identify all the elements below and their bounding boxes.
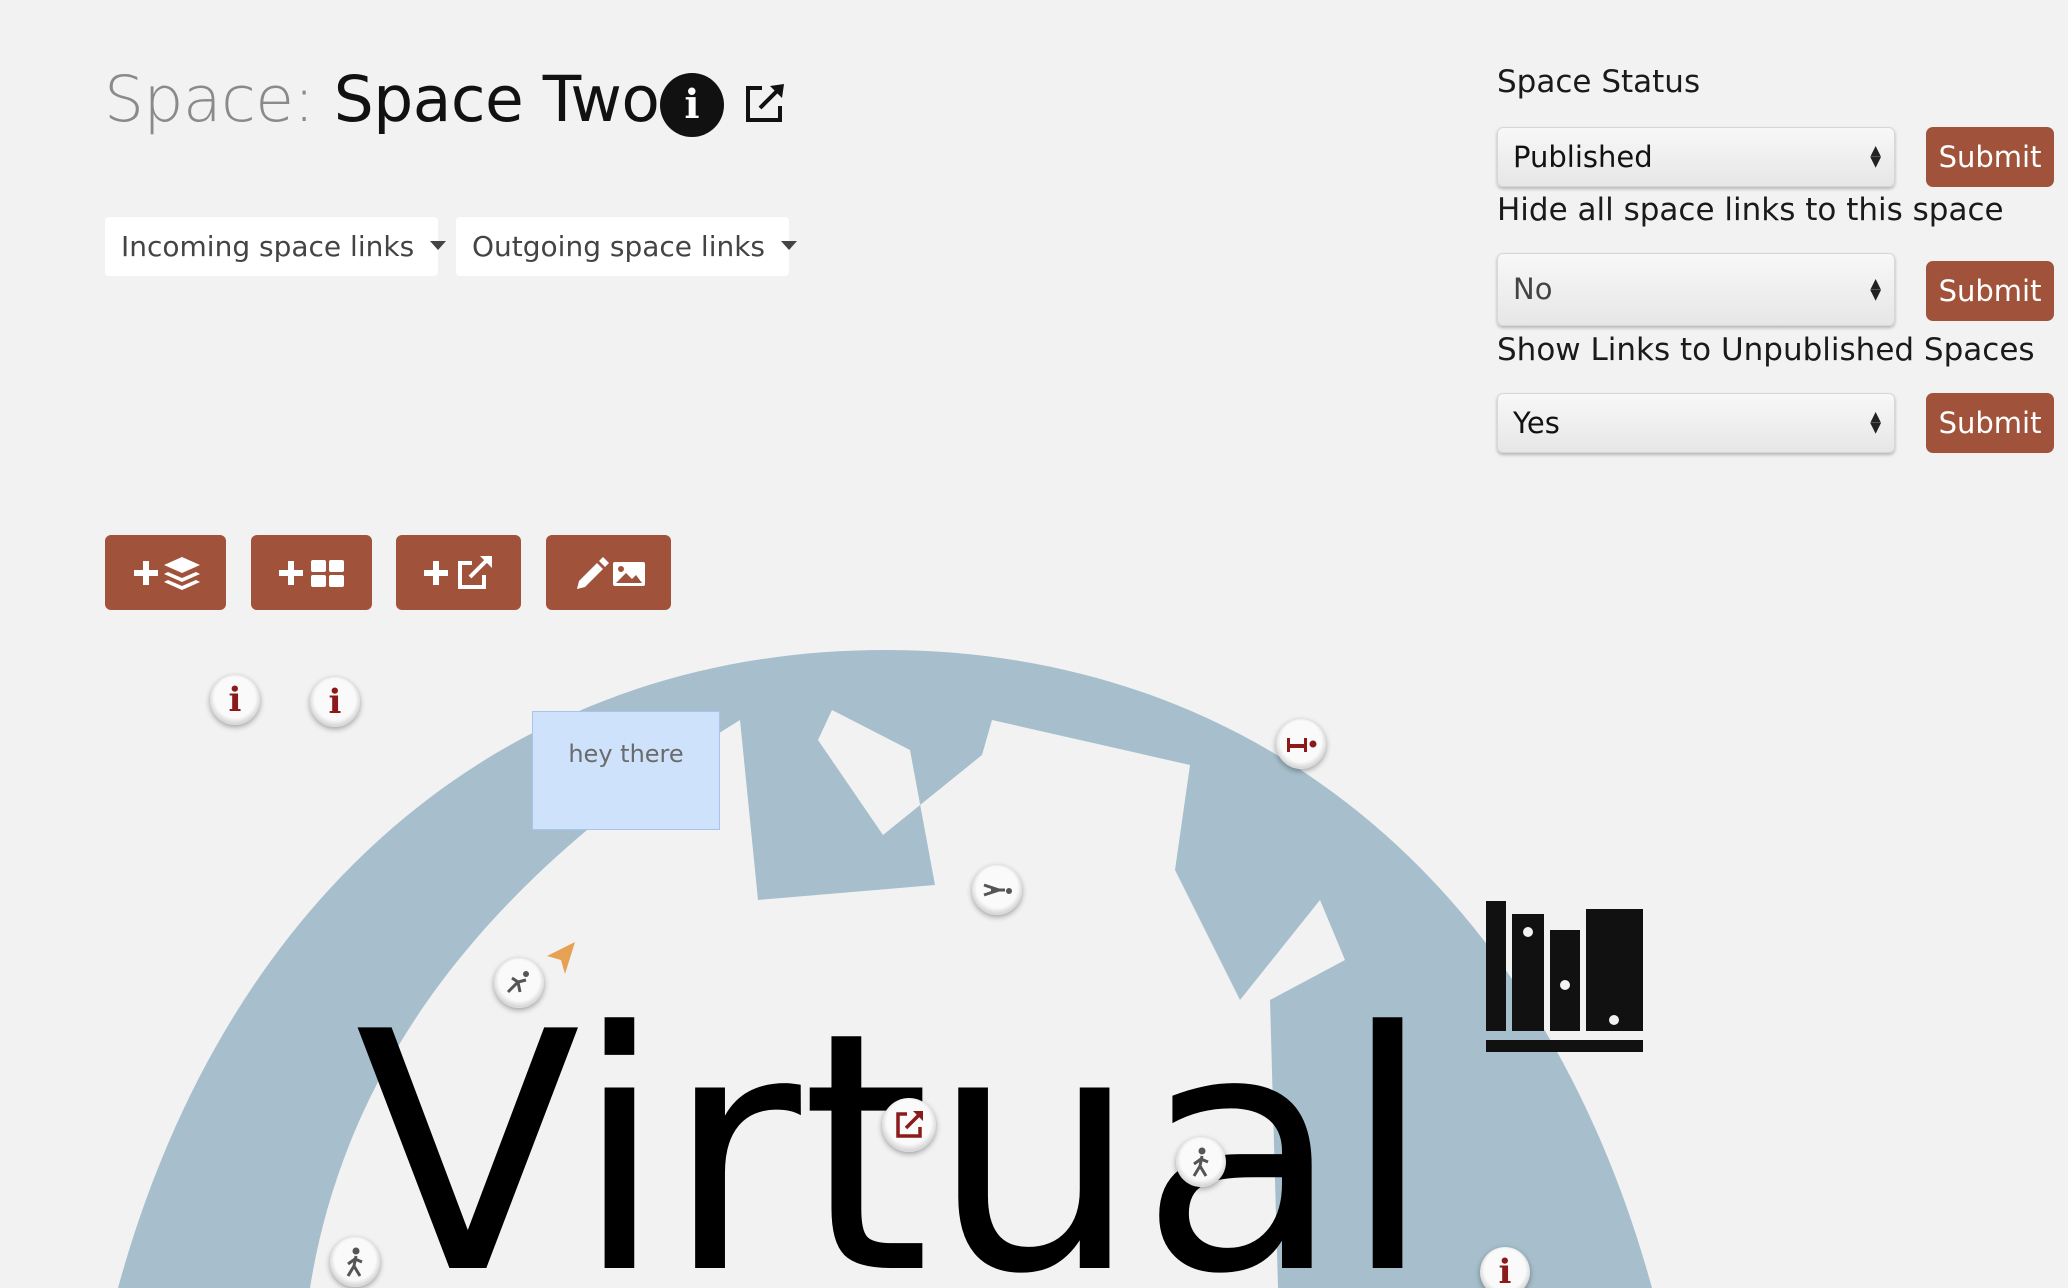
show-unpublished-submit-button[interactable]: Submit (1926, 393, 2054, 453)
hide-links-select[interactable]: No ▲ ▼ (1497, 253, 1895, 326)
info-icon[interactable]: i (310, 677, 360, 727)
incoming-links-dropdown[interactable]: Incoming space links (105, 217, 447, 276)
select-arrows-icon: ▲ ▼ (1870, 275, 1881, 303)
show-unpublished-label: Show Links to Unpublished Spaces (1497, 332, 2035, 368)
outgoing-links-dropdown[interactable]: Outgoing space links (456, 217, 798, 276)
space-status-value: Published (1513, 140, 1653, 174)
external-link-icon[interactable] (882, 1098, 936, 1152)
note-card[interactable]: hey there (532, 711, 720, 830)
info-icon[interactable]: i (210, 675, 260, 725)
space-status-submit-button[interactable]: Submit (1926, 127, 2054, 187)
outgoing-links-label: Outgoing space links (472, 230, 766, 263)
pencil-image-icon (576, 556, 645, 589)
plus-external-link-icon (423, 555, 492, 589)
select-arrows-icon: ▲ ▼ (1870, 143, 1881, 170)
edit-background-button[interactable] (546, 535, 671, 610)
add-layer-button[interactable] (105, 535, 226, 610)
chevron-down-icon (781, 240, 798, 250)
title-prefix: Space: (104, 63, 315, 136)
space-status-label: Space Status (1497, 64, 1701, 100)
plus-grid-icon (278, 559, 344, 587)
edit-link-icon[interactable] (740, 80, 788, 128)
select-arrows-icon: ▲ ▼ (1870, 409, 1881, 436)
show-unpublished-select[interactable]: Yes ▲ ▼ (1497, 393, 1895, 453)
add-grid-button[interactable] (251, 535, 372, 610)
space-background-image: Virtual (118, 650, 1652, 1288)
walking-person-icon[interactable] (1176, 1137, 1226, 1187)
bed-icon[interactable] (1276, 719, 1326, 769)
space-status-select[interactable]: Published ▲ ▼ (1497, 127, 1895, 187)
hide-links-submit-button[interactable]: Submit (1926, 261, 2054, 321)
paper-plane-icon[interactable] (543, 940, 579, 980)
hide-links-label: Hide all space links to this space (1497, 192, 2004, 228)
space-map[interactable]: Virtual i i i (0, 640, 2068, 1288)
jumping-person-icon[interactable] (494, 958, 544, 1008)
page-title: Space: Space Two (104, 58, 660, 142)
add-external-link-button[interactable] (396, 535, 521, 610)
plus-layers-icon (133, 556, 200, 590)
space-name: Space Two (333, 63, 660, 136)
incoming-links-label: Incoming space links (121, 230, 415, 263)
sleeping-person-icon[interactable] (972, 865, 1022, 915)
show-unpublished-value: Yes (1513, 406, 1560, 440)
info-icon[interactable]: i (660, 73, 724, 137)
walking-person-icon[interactable] (330, 1237, 380, 1287)
note-text: hey there (568, 740, 684, 768)
hide-links-value: No (1513, 272, 1553, 306)
chevron-down-icon (430, 240, 447, 250)
